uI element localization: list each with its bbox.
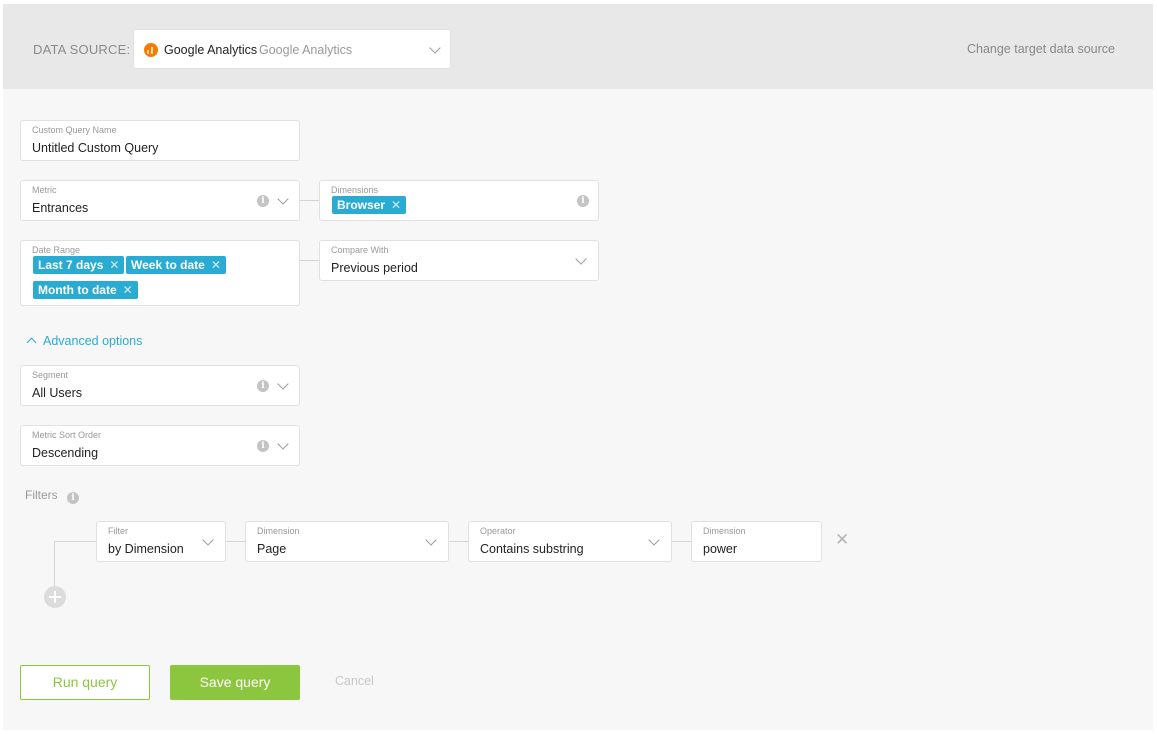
sort-order-select[interactable]: Metric Sort Order Descending i [20, 425, 300, 466]
segment-value: All Users [32, 386, 83, 400]
data-source-bar: DATA SOURCE: Google Analytics Google Ana… [3, 4, 1153, 89]
change-data-source-link[interactable]: Change target data source [967, 42, 1115, 56]
filter-value-label: Dimension [703, 526, 746, 536]
segment-label: Segment [32, 370, 69, 380]
filter-tree-line [54, 541, 97, 542]
date-range-label: Date Range [32, 245, 81, 255]
filter-operator-select[interactable]: Operator Contains substring [468, 521, 672, 562]
filter-type-label: Filter [108, 526, 128, 536]
metric-select[interactable]: Metric Entrances i [20, 180, 300, 221]
chevron-up-icon [26, 337, 37, 348]
chip-label: Week to date [131, 258, 205, 272]
google-analytics-icon [144, 43, 158, 57]
remove-chip-icon[interactable]: ✕ [109, 258, 119, 272]
dimensions-label: Dimensions [331, 185, 379, 195]
save-query-button[interactable]: Save query [170, 665, 300, 700]
filter-value-text: power [703, 542, 738, 556]
connector-line [449, 541, 468, 542]
data-source-label: DATA SOURCE: [33, 42, 131, 57]
remove-chip-icon[interactable]: ✕ [123, 283, 133, 297]
info-icon[interactable]: i [577, 195, 589, 207]
chevron-down-icon [429, 42, 441, 54]
compare-with-select[interactable]: Compare With Previous period [319, 240, 599, 281]
query-name-field[interactable]: Custom Query Name Untitled Custom Query [20, 120, 300, 161]
filter-value-input[interactable]: Dimension power [691, 521, 822, 562]
chevron-down-icon [277, 438, 289, 450]
info-icon[interactable]: i [257, 195, 269, 207]
filter-operator-value: Contains substring [480, 542, 584, 556]
chevron-down-icon [202, 534, 214, 546]
info-icon[interactable]: i [257, 440, 269, 452]
connector-line [672, 541, 691, 542]
advanced-options-toggle[interactable]: Advanced options [25, 334, 142, 348]
chip-label: Last 7 days [38, 258, 104, 272]
filter-dimension-value: Page [257, 542, 287, 556]
compare-with-label: Compare With [331, 245, 389, 255]
query-builder-panel: DATA SOURCE: Google Analytics Google Ana… [3, 4, 1153, 730]
filter-type-value: by Dimension [108, 542, 184, 556]
info-icon[interactable]: i [257, 380, 269, 392]
run-query-button[interactable]: Run query [20, 665, 150, 700]
filter-type-select[interactable]: Filter by Dimension [96, 521, 226, 562]
metric-value: Entrances [32, 201, 89, 215]
info-icon[interactable]: i [67, 492, 80, 504]
chip-label: Month to date [38, 283, 117, 297]
chip-label: Browser [337, 198, 386, 212]
filters-label: Filters [25, 488, 58, 502]
add-filter-icon[interactable] [44, 586, 66, 608]
filter-tree-line [54, 541, 55, 587]
chevron-down-icon [277, 193, 289, 205]
metric-label: Metric [32, 185, 57, 195]
dimension-chip[interactable]: Browser ✕ [332, 196, 407, 214]
date-range-chip[interactable]: Month to date ✕ [33, 281, 138, 299]
connector-line [226, 541, 245, 542]
connector-line [300, 260, 320, 261]
chevron-down-icon [277, 378, 289, 390]
compare-with-value: Previous period [331, 261, 418, 275]
chevron-down-icon [648, 534, 660, 546]
data-source-name: Google Analytics [164, 43, 258, 57]
query-name-value: Untitled Custom Query [32, 141, 159, 155]
data-source-select[interactable]: Google Analytics Google Analytics [133, 29, 451, 69]
chevron-down-icon [425, 534, 437, 546]
chevron-down-icon [575, 253, 587, 265]
connector-line [300, 200, 320, 201]
segment-select[interactable]: Segment All Users i [20, 365, 300, 406]
remove-chip-icon[interactable]: ✕ [391, 198, 401, 212]
cancel-button[interactable]: Cancel [335, 674, 374, 688]
filters-heading: Filters i [25, 488, 80, 504]
query-name-label: Custom Query Name [32, 125, 117, 135]
filter-dimension-label: Dimension [257, 526, 300, 536]
sort-order-label: Metric Sort Order [32, 430, 102, 440]
remove-chip-icon[interactable]: ✕ [211, 258, 221, 272]
filter-dimension-select[interactable]: Dimension Page [245, 521, 449, 562]
advanced-options-label: Advanced options [43, 334, 143, 348]
filter-operator-label: Operator [480, 526, 516, 536]
sort-order-value: Descending [32, 446, 99, 460]
data-source-subtitle: Google Analytics [259, 43, 353, 57]
date-range-chip[interactable]: Last 7 days ✕ [33, 256, 125, 274]
dimensions-select[interactable]: Dimensions Browser ✕ i [319, 180, 599, 221]
date-range-select[interactable]: Date Range Last 7 days ✕ Week to date ✕ Mo… [20, 240, 300, 306]
remove-filter-icon[interactable]: ✕ [835, 530, 849, 550]
date-range-chip[interactable]: Week to date ✕ [126, 256, 226, 274]
